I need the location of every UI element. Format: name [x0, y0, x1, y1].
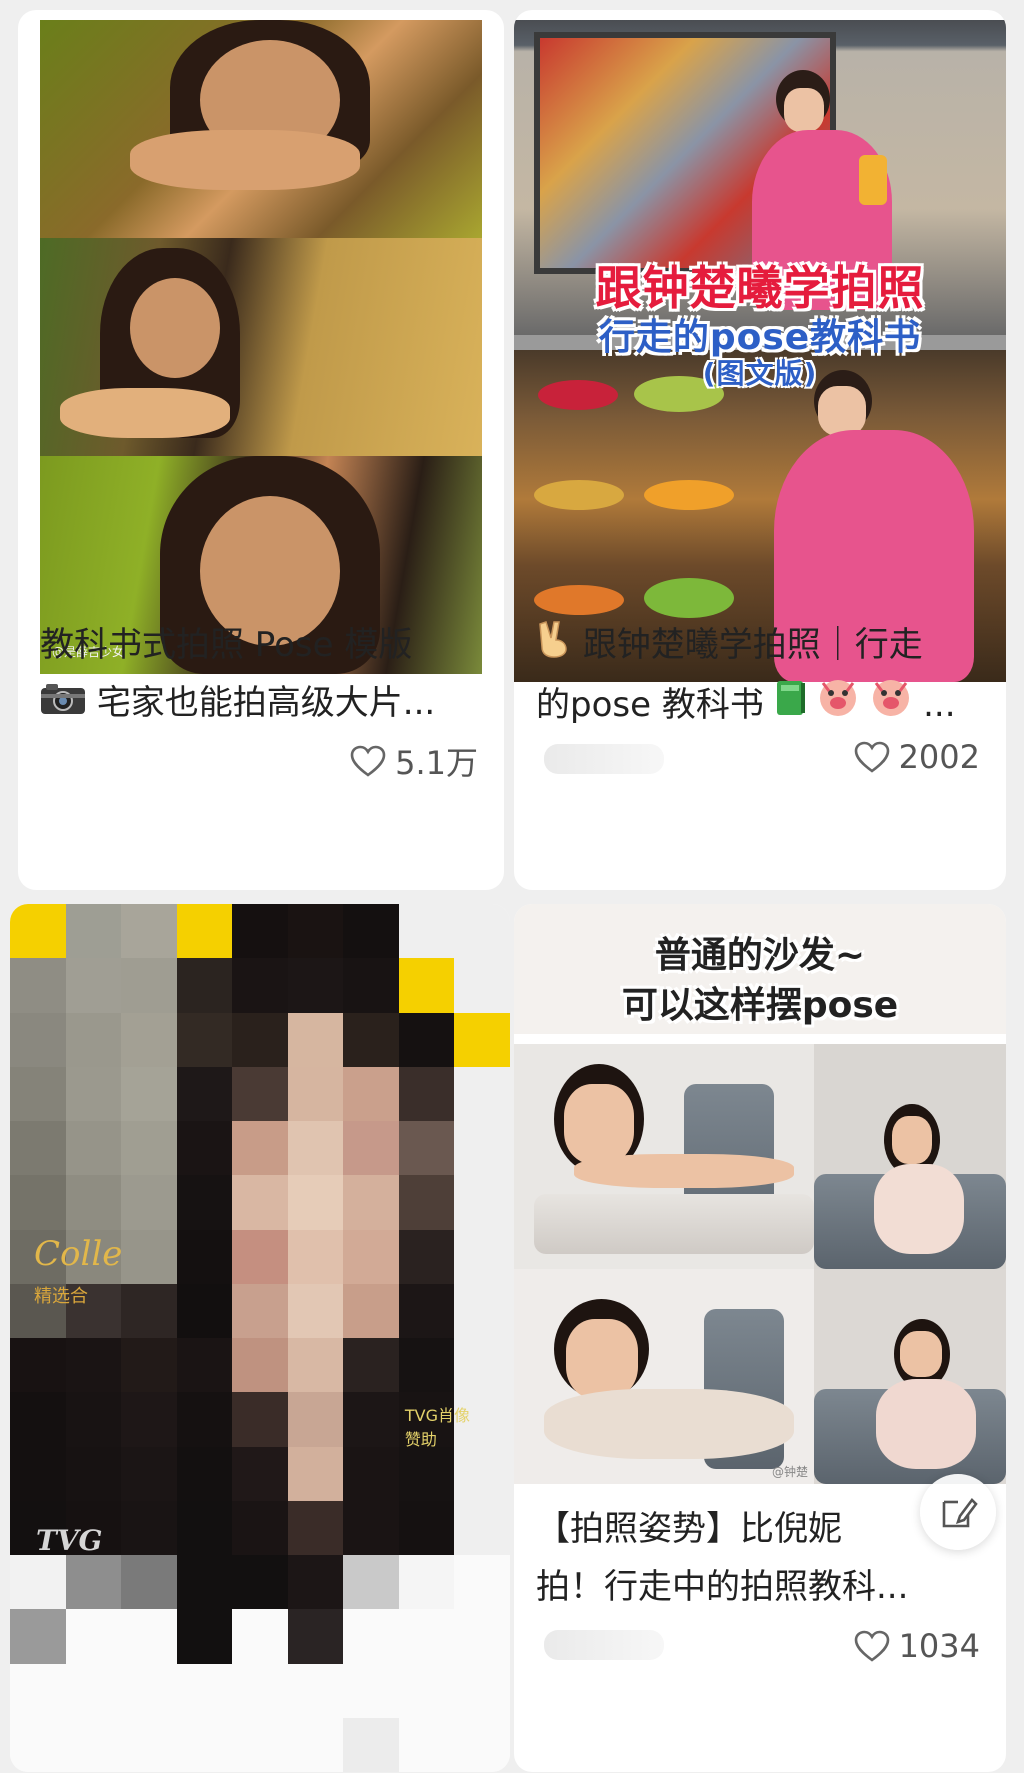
note-card-2[interactable]: 跟钟楚曦学拍照 行走的pose教科书 (图文版) 跟钟楚曦学拍照｜行走 的pos…	[514, 10, 1006, 890]
note-card-1[interactable]: @是薛吉少女 教科书式拍照 Pose 模版 宅家也能拍高级大片... 5.1万	[18, 10, 504, 890]
cover-overlay-tag: (图文版)	[702, 357, 818, 390]
note-cover-image	[40, 20, 482, 238]
like-count: 5.1万	[395, 744, 478, 782]
cover-caption-area: 普通的沙发~ 可以这样摆pose	[514, 904, 1006, 1034]
author-avatar[interactable]	[544, 1630, 664, 1660]
pig-face-icon	[870, 677, 912, 735]
cover-overlay-brand: TVG肖像 赞助	[405, 1404, 470, 1452]
cover-caption-line-1: 普通的沙发~	[654, 935, 866, 976]
note-card-4[interactable]: 普通的沙发~ 可以这样摆pose @钟楚 【拍照姿势】比倪妮 拍！行走中的拍照教…	[514, 904, 1006, 1772]
cover-overlay-script: Colle	[34, 1234, 123, 1274]
cover-brand-line-1: TVG肖像	[404, 1406, 470, 1425]
like-button[interactable]: 5.1万	[349, 738, 478, 784]
note-feed: @是薛吉少女 教科书式拍照 Pose 模版 宅家也能拍高级大片... 5.1万	[0, 0, 1024, 1773]
note-title-line-2: 的pose 教科书	[536, 684, 764, 725]
note-card-3[interactable]: Colle 精选合 TVG肖像 赞助 TVG	[10, 904, 510, 1772]
camera-icon	[40, 676, 86, 734]
like-count: 2002	[898, 738, 980, 776]
image-watermark: @钟楚	[771, 1465, 808, 1479]
note-title-line-1: 跟钟楚曦学拍照｜行走	[582, 625, 923, 665]
like-button[interactable]: 1034	[853, 1626, 980, 1666]
note-title-line-1: 【拍照姿势】比倪妮	[536, 1509, 842, 1549]
like-button[interactable]: 2002	[853, 738, 980, 776]
victory-hand-icon	[536, 618, 572, 676]
heart-outline-icon	[854, 741, 889, 773]
note-title: 跟钟楚曦学拍照｜行走 的pose 教科书 ...	[536, 616, 984, 735]
pig-face-icon	[817, 677, 859, 735]
note-cover-image: 跟钟楚曦学拍照 行走的pose教科书 (图文版)	[514, 20, 1006, 682]
like-count: 1034	[898, 1627, 980, 1665]
brand-logo: TVG	[36, 1524, 103, 1557]
green-book-icon	[775, 677, 807, 735]
author-avatar[interactable]	[544, 744, 664, 774]
cover-caption-line-2: 可以这样摆pose	[621, 985, 899, 1026]
note-cover-image: @钟楚	[514, 1044, 1006, 1484]
title-ellipsis: ...	[923, 684, 956, 725]
cover-overlay-cn: 精选合	[34, 1286, 88, 1307]
cover-brand-line-2: 赞助	[404, 1430, 437, 1449]
note-title-line-2: 拍！行走中的拍照教科...	[536, 1567, 909, 1607]
heart-outline-icon	[350, 745, 386, 777]
note-title: 教科书式拍照 Pose 模版 宅家也能拍高级大片...	[40, 616, 482, 734]
note-title-line-2: 宅家也能拍高级大片...	[96, 683, 436, 723]
note-cover-image-2	[40, 238, 482, 456]
note-title-line-1: 教科书式拍照 Pose 模版	[40, 625, 413, 665]
note-cover-image-pixelated	[10, 904, 510, 1772]
note-title: 【拍照姿势】比倪妮 拍！行走中的拍照教科...	[536, 1500, 984, 1616]
heart-outline-icon	[854, 1630, 889, 1662]
